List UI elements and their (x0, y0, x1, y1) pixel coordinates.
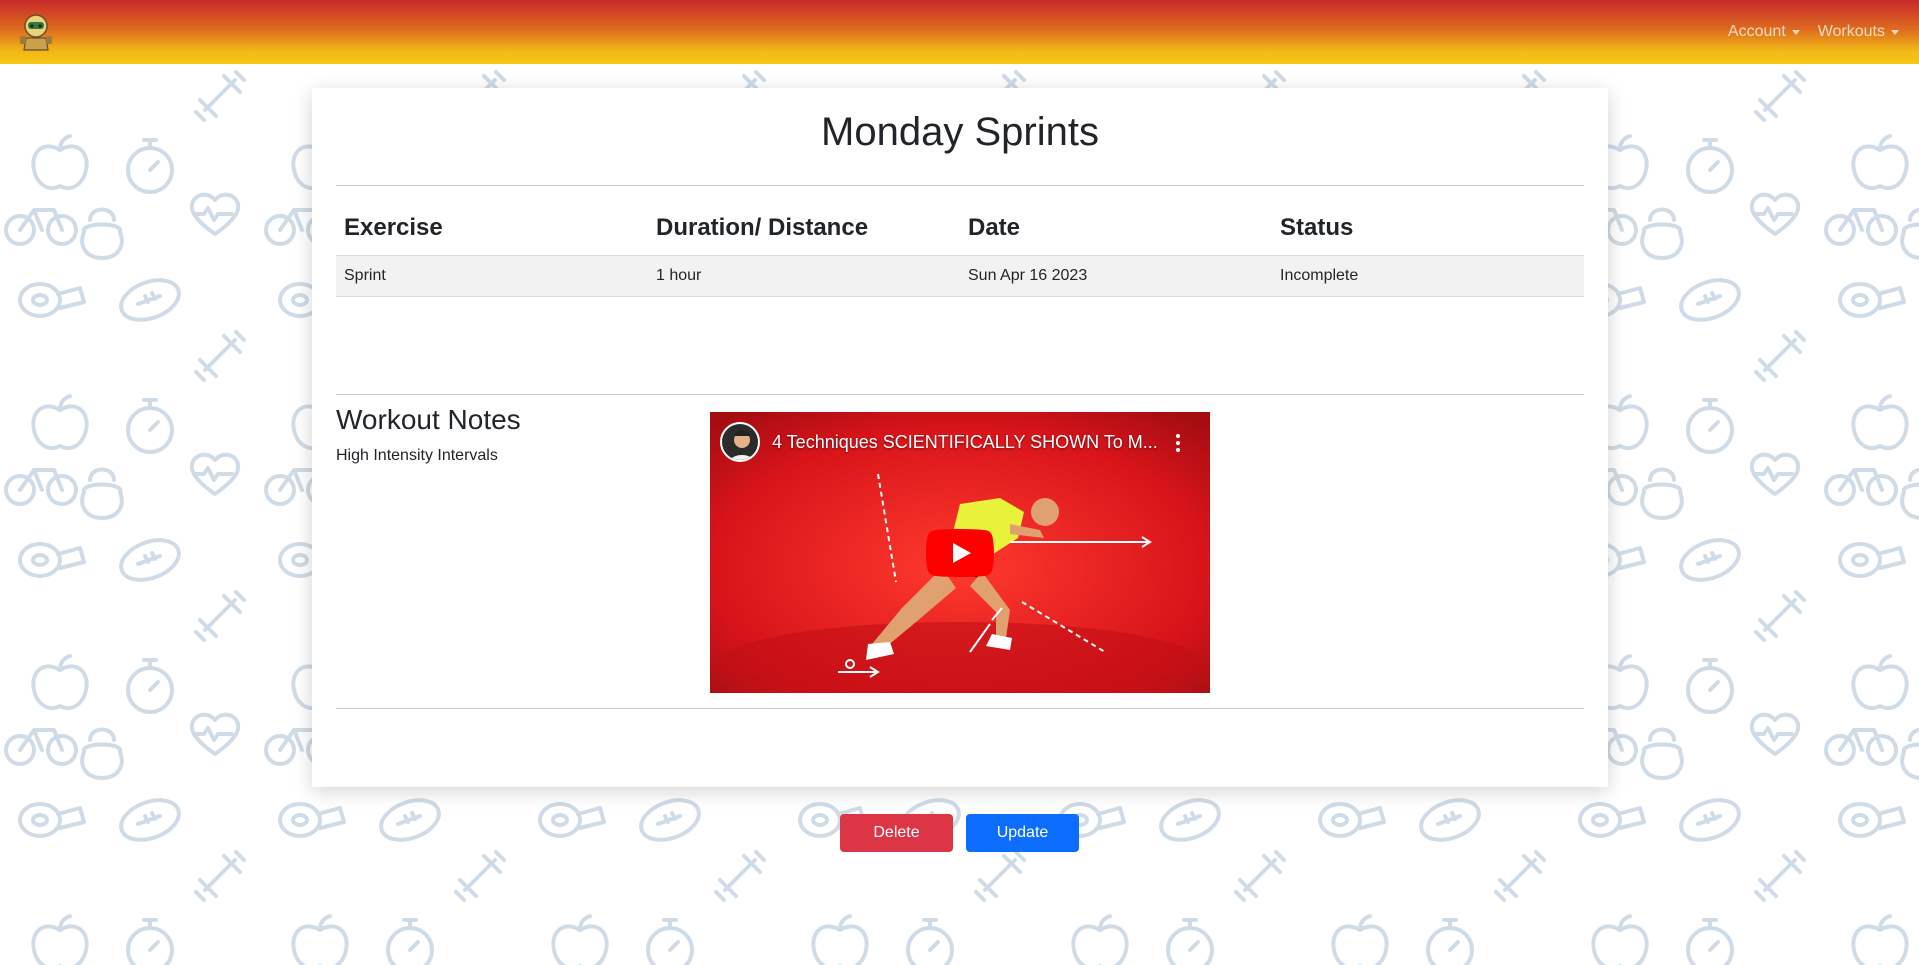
youtube-video-embed[interactable]: 4 Techniques SCIENTIFICALLY SHOWN To M..… (710, 412, 1210, 693)
workouts-dropdown[interactable]: Workouts (1818, 23, 1899, 41)
account-dropdown[interactable]: Account (1728, 23, 1800, 41)
video-title[interactable]: 4 Techniques SCIENTIFICALLY SHOWN To M..… (772, 432, 1158, 453)
cell-status: Incomplete (1272, 255, 1584, 297)
caret-down-icon (1891, 29, 1899, 35)
channel-avatar[interactable] (720, 422, 760, 462)
delete-button[interactable]: Delete (840, 814, 953, 852)
workout-table: Exercise Duration/ Distance Date Status … (336, 201, 1584, 297)
kebab-menu-icon[interactable] (1176, 434, 1180, 452)
update-button[interactable]: Update (966, 814, 1079, 852)
play-icon[interactable] (926, 529, 994, 577)
table-header-row: Exercise Duration/ Distance Date Status (336, 201, 1584, 256)
nav-menu: Account Workouts (1728, 0, 1899, 64)
workout-card: Monday Sprints Exercise Duration/ Distan… (312, 88, 1608, 852)
workout-title: Monday Sprints (821, 110, 1099, 154)
header-status: Status (1272, 201, 1584, 256)
notes-heading: Workout Notes (336, 404, 521, 435)
header-exercise: Exercise (336, 201, 648, 256)
header-duration-distance: Duration/ Distance (648, 201, 960, 256)
video-divider (336, 708, 1584, 709)
cell-exercise: Sprint (336, 255, 648, 297)
account-label: Account (1727, 23, 1786, 40)
caret-down-icon (1791, 29, 1800, 35)
table-row: Sprint 1 hour Sun Apr 16 2023 Incomplete (336, 255, 1584, 297)
workouts-label: Workouts (1817, 23, 1885, 40)
cell-date: Sun Apr 16 2023 (960, 255, 1272, 297)
cell-duration: 1 hour (648, 255, 960, 297)
brand-logo-icon[interactable] (14, 10, 58, 54)
notes-text: High Intensity Intervals (336, 447, 498, 464)
top-navbar: Account Workouts (0, 0, 1919, 64)
header-date: Date (960, 201, 1272, 256)
notes-divider (336, 394, 1584, 395)
title-divider (336, 185, 1584, 186)
